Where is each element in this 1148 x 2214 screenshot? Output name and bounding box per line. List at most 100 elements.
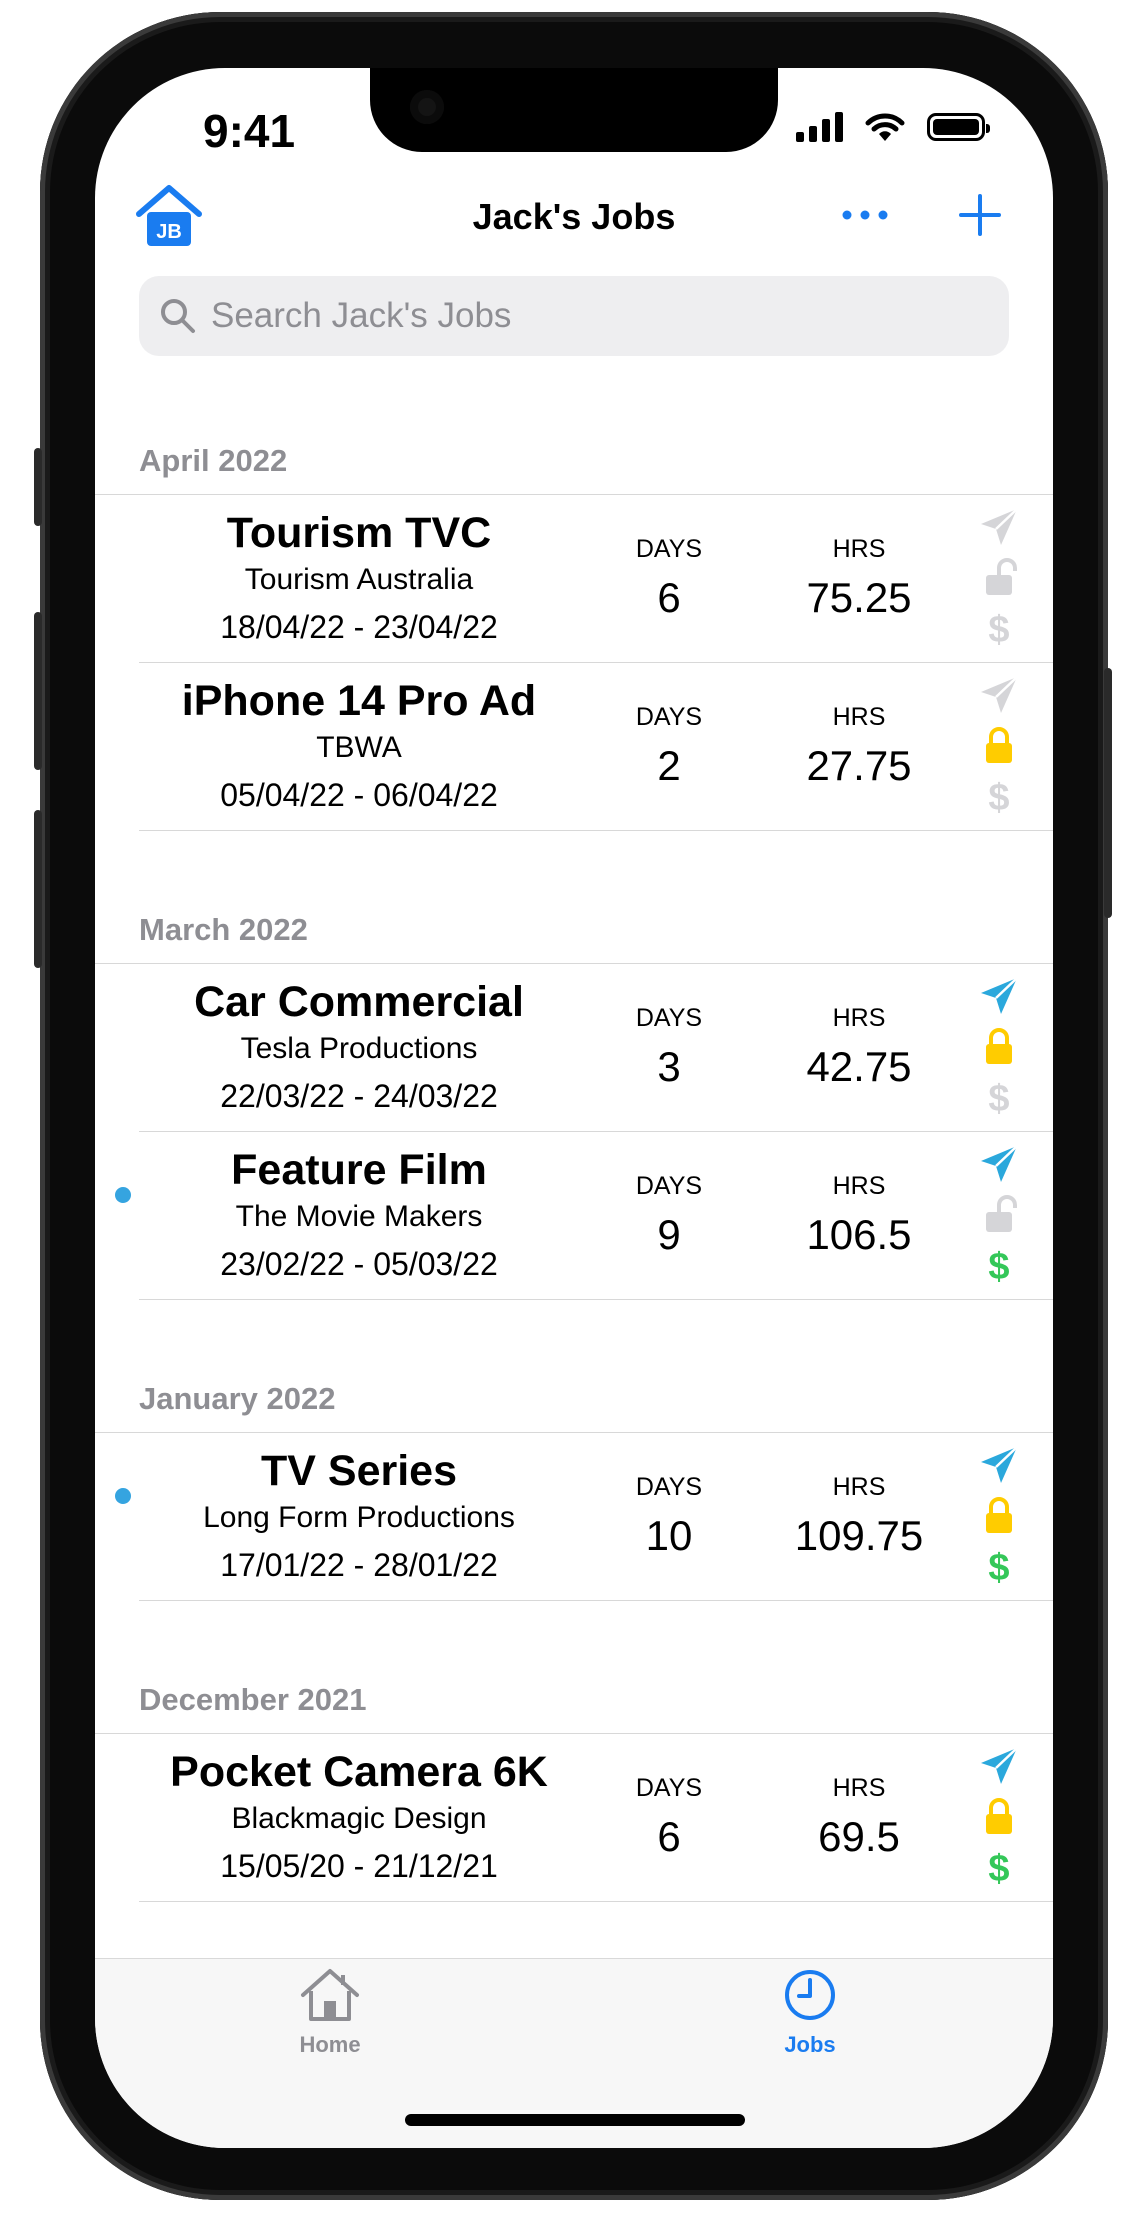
clock-icon: [785, 1970, 835, 2020]
job-row[interactable]: Car Commercial Tesla Productions 22/03/22 …: [139, 964, 1053, 1132]
job-client: Blackmagic Design: [231, 1802, 487, 1835]
job-row[interactable]: iPhone 14 Pro Ad TBWA 05/04/22 - 06/04/22 D…: [139, 663, 1053, 831]
sent-status-icon: [979, 675, 1019, 715]
lock-status-icon: [979, 725, 1019, 765]
sent-status-icon: [979, 1144, 1019, 1184]
hours-stat: HRS 42.75: [759, 1004, 959, 1091]
section-header: January 2022: [95, 1366, 1053, 1433]
paid-status-icon: $: [979, 1846, 1019, 1890]
unread-dot: [115, 1187, 131, 1203]
hours-stat: HRS 69.5: [759, 1774, 959, 1861]
svg-text:$: $: [988, 609, 1009, 647]
lock-status-icon: [979, 1026, 1019, 1066]
side-button: [34, 448, 42, 526]
unread-dot: [115, 1488, 131, 1504]
days-label: DAYS: [635, 703, 703, 731]
hours-value: 42.75: [806, 1043, 912, 1090]
days-label: DAYS: [635, 535, 703, 563]
job-row[interactable]: TV Series Long Form Productions 17/01/22 -…: [115, 1433, 1053, 1601]
job-title: Pocket Camera 6K: [170, 1748, 548, 1796]
side-button: [34, 810, 42, 968]
job-client: Long Form Productions: [203, 1501, 515, 1534]
paid-status-icon: $: [979, 607, 1019, 651]
notch: [370, 68, 778, 152]
search-input[interactable]: [209, 295, 973, 337]
job-dates: 17/01/22 - 28/01/22: [220, 1547, 498, 1583]
status-time: 9:41: [203, 105, 296, 157]
sent-status-icon: [979, 507, 1019, 547]
sent-status-icon: [979, 1445, 1019, 1485]
days-label: DAYS: [635, 1004, 703, 1032]
front-camera: [410, 90, 444, 124]
job-row[interactable]: Tourism TVC Tourism Australia 18/04/22 - 2…: [139, 495, 1053, 663]
hours-stat: HRS 75.25: [759, 535, 959, 622]
days-stat: DAYS 3: [609, 1004, 729, 1091]
hours-label: HRS: [832, 1004, 886, 1032]
sent-status-icon: [979, 976, 1019, 1016]
paid-status-icon: $: [979, 1244, 1019, 1288]
svg-text:$: $: [988, 1848, 1009, 1886]
job-title: Tourism TVC: [226, 509, 492, 557]
lock-status-icon: [979, 557, 1019, 597]
section-header: April 2022: [95, 428, 1053, 495]
hours-value: 106.5: [806, 1211, 912, 1258]
hours-label: HRS: [832, 535, 886, 563]
days-value: 6: [657, 574, 681, 621]
days-label: DAYS: [635, 1774, 703, 1802]
job-title: TV Series: [261, 1447, 457, 1495]
search-bar[interactable]: [139, 276, 1009, 356]
days-value: 2: [657, 742, 681, 789]
job-dates: 15/05/20 - 21/12/21: [220, 1848, 498, 1884]
days-label: DAYS: [635, 1172, 703, 1200]
job-client: Tourism Australia: [244, 563, 474, 596]
job-dates: 22/03/22 - 24/03/22: [220, 1078, 498, 1114]
svg-text:$: $: [988, 777, 1009, 815]
page-title: Jack's Jobs: [472, 196, 676, 237]
hours-value: 27.75: [806, 742, 912, 789]
navigation-bar: JB Jack's Jobs: [95, 178, 1053, 258]
days-stat: DAYS 2: [609, 703, 729, 790]
cellular-signal-icon: [796, 112, 843, 142]
job-client: Tesla Productions: [240, 1032, 478, 1065]
job-row[interactable]: Feature Film The Movie Makers 23/02/22 - 0…: [115, 1132, 1053, 1300]
days-stat: DAYS 6: [609, 535, 729, 622]
job-row[interactable]: Pocket Camera 6K Blackmagic Design 15/05/2…: [139, 1734, 1053, 1902]
hours-label: HRS: [832, 703, 886, 731]
svg-text:$: $: [988, 1078, 1009, 1116]
hours-stat: HRS 106.5: [759, 1172, 959, 1259]
days-value: 9: [657, 1211, 681, 1258]
section-header: December 2021: [95, 1667, 1053, 1734]
status-icons: [796, 112, 990, 142]
section-header: March 2022: [95, 897, 1053, 964]
tab-home-label: Home: [299, 2032, 361, 2057]
job-client: TBWA: [316, 731, 402, 764]
job-dates: 18/04/22 - 23/04/22: [220, 609, 498, 645]
job-title: Feature Film: [231, 1146, 487, 1194]
wifi-icon: [865, 113, 905, 141]
add-job-icon[interactable]: [955, 190, 1005, 240]
hours-label: HRS: [832, 1473, 886, 1501]
hours-label: HRS: [832, 1774, 886, 1802]
screen: 9:41 JB Jack's Jobs A: [95, 68, 1053, 2148]
paid-status-icon: $: [979, 775, 1019, 819]
days-stat: DAYS 9: [609, 1172, 729, 1259]
home-indicator: [405, 2114, 745, 2126]
paid-status-icon: $: [979, 1545, 1019, 1589]
hours-stat: HRS 109.75: [759, 1473, 959, 1560]
days-value: 3: [657, 1043, 681, 1090]
job-title: Car Commercial: [194, 978, 524, 1026]
more-options-icon[interactable]: [835, 190, 895, 240]
days-label: DAYS: [635, 1473, 703, 1501]
side-button: [1104, 668, 1112, 918]
hours-value: 69.5: [818, 1813, 900, 1860]
house-icon: [301, 1969, 359, 2021]
lock-status-icon: [979, 1194, 1019, 1234]
tab-jobs[interactable]: Jobs: [710, 1967, 910, 2058]
days-stat: DAYS 6: [609, 1774, 729, 1861]
days-value: 6: [657, 1813, 681, 1860]
tab-home[interactable]: Home: [230, 1967, 430, 2058]
job-title: iPhone 14 Pro Ad: [181, 677, 537, 725]
side-button: [34, 612, 42, 770]
